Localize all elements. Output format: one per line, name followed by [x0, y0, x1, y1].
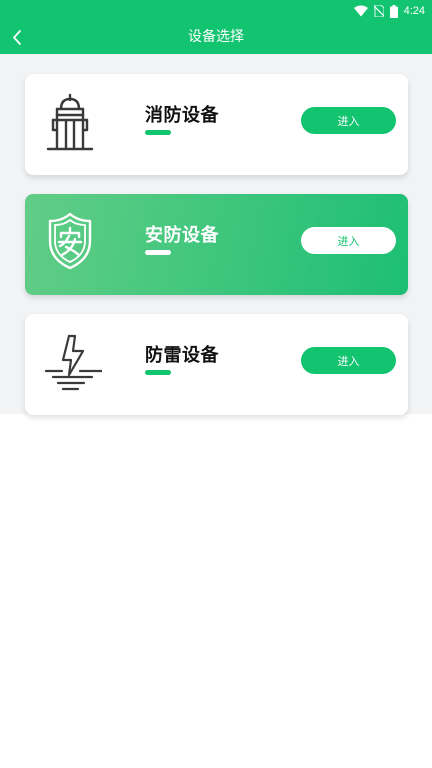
device-underline	[145, 370, 171, 375]
device-name: 消防设备	[145, 105, 219, 126]
page-title: 设备选择	[188, 29, 244, 45]
no-sim-icon	[373, 5, 384, 17]
enter-button[interactable]: 进入	[301, 107, 396, 134]
status-bar: 4:24	[353, 3, 425, 19]
device-name: 安防设备	[145, 225, 219, 246]
clock: 4:24	[403, 5, 425, 17]
device-underline	[145, 130, 171, 135]
enter-button[interactable]: 进入	[301, 227, 396, 254]
device-name: 防雷设备	[145, 345, 219, 366]
battery-icon	[389, 4, 398, 18]
device-card-security[interactable]: 安防设备 进入	[25, 194, 408, 295]
device-card-lightning[interactable]: 防雷设备 进入	[25, 314, 408, 415]
wifi-icon	[353, 5, 368, 17]
lightning-ground-icon	[42, 331, 102, 396]
device-card-fire[interactable]: 消防设备 进入	[25, 74, 408, 175]
fire-hydrant-icon	[42, 91, 102, 156]
device-list: 消防设备 进入 安防设备 进入 防雷设备 进入	[0, 54, 432, 415]
enter-button[interactable]: 进入	[301, 347, 396, 374]
security-shield-icon	[42, 211, 102, 276]
device-underline	[145, 250, 171, 255]
top-bar: 4:24 设备选择	[0, 0, 432, 54]
